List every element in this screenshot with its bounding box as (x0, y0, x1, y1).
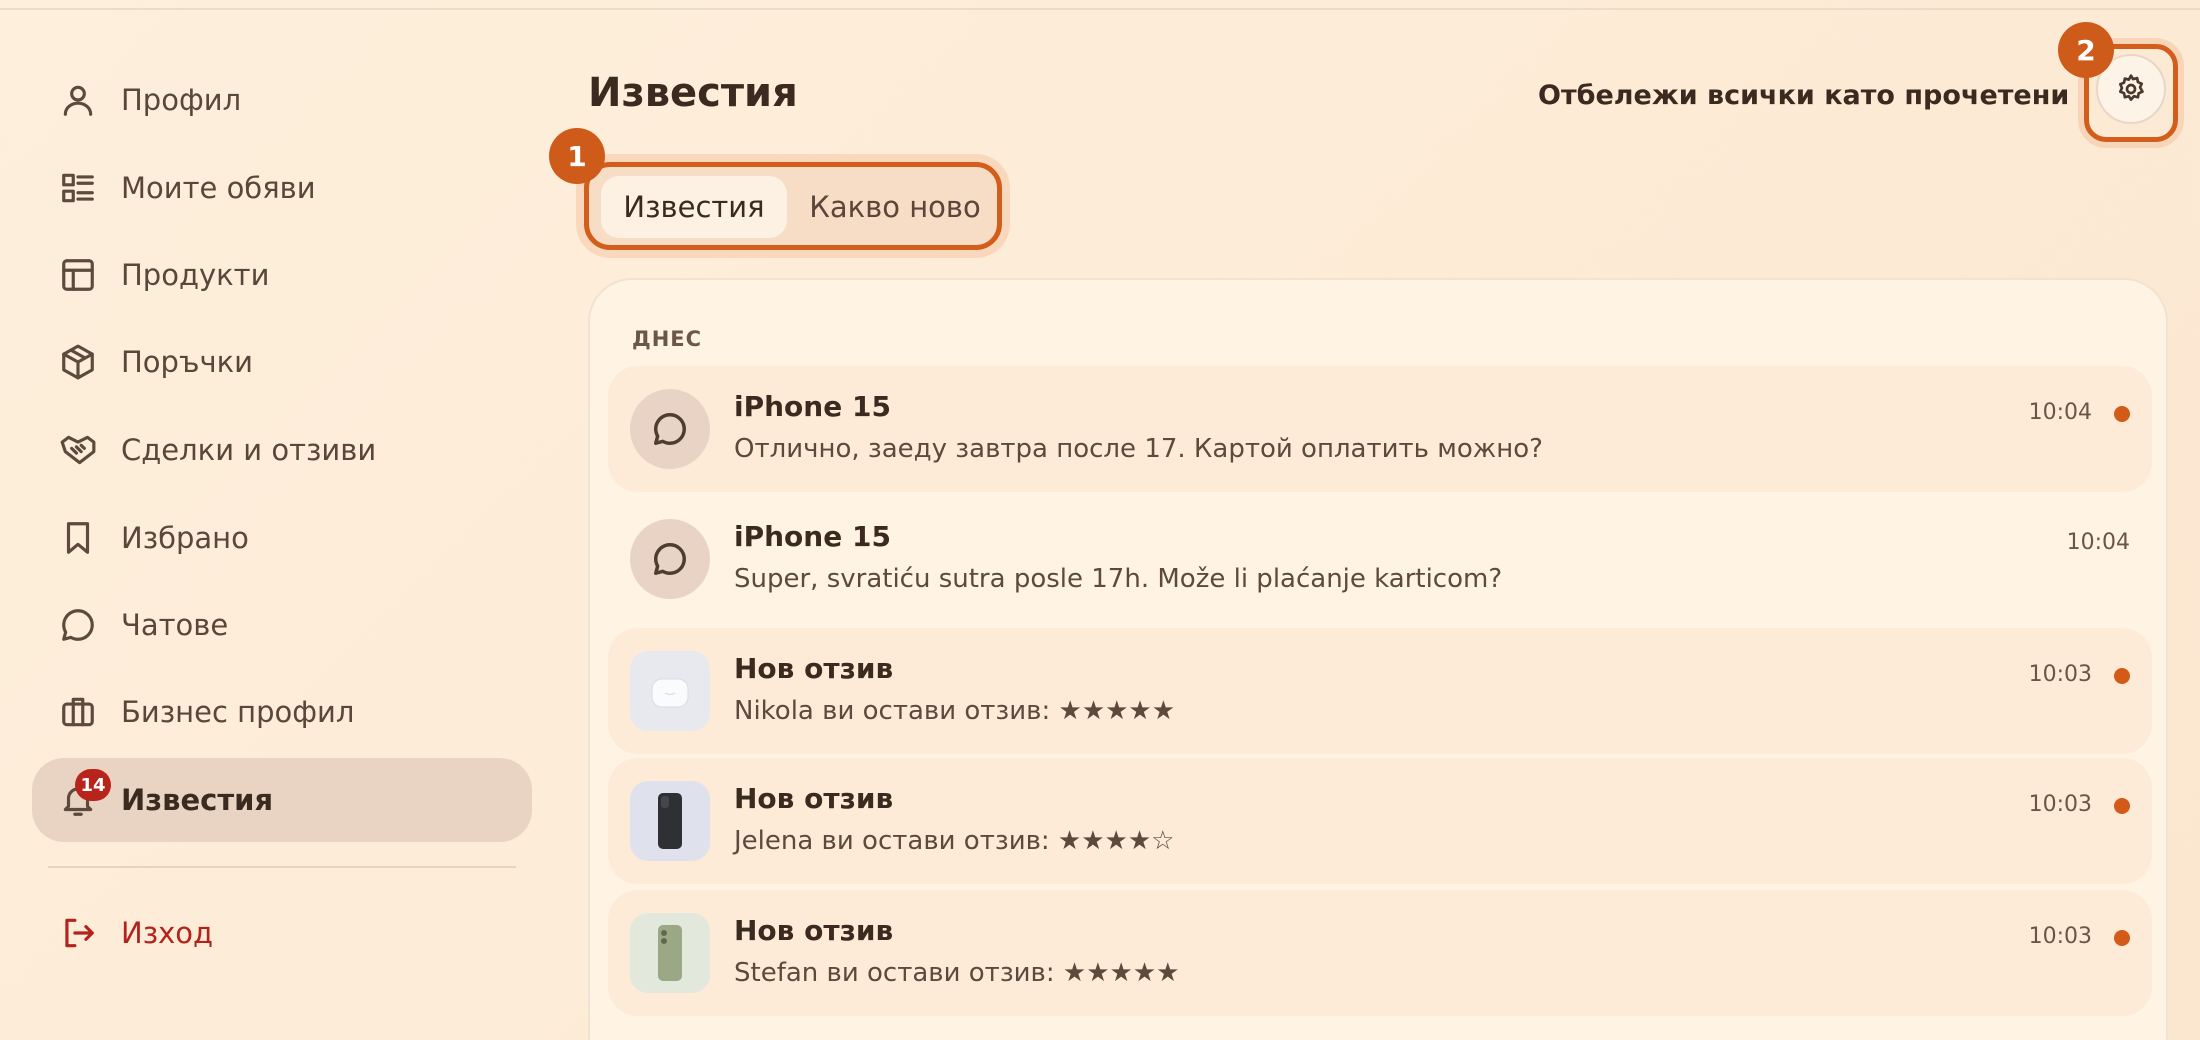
handshake-icon (59, 431, 97, 469)
package-icon (59, 343, 97, 381)
chat-icon (59, 606, 97, 644)
sidebar-item-profile[interactable]: Профил (32, 58, 532, 142)
mark-all-read-button[interactable]: Отбележи всички като прочетени (1538, 80, 2069, 111)
sidebar-item-label: Избрано (121, 521, 249, 555)
sidebar: Профил Моите обяви Продукти Поръчки Сдел… (0, 0, 560, 1040)
tab-whats-new[interactable]: Какво ново (803, 176, 987, 238)
notification-row[interactable]: Нов отзив Stefan ви остави отзив: ★★★★★ … (608, 890, 2152, 1016)
chat-avatar (630, 519, 710, 599)
notification-row[interactable]: iPhone 15 Отлично, заеду завтра после 17… (608, 366, 2152, 492)
notification-time: 10:04 (2066, 530, 2130, 555)
notification-text: Super, svratiću sutra posle 17h. Može li… (734, 564, 1503, 594)
notification-time: 10:03 (2028, 662, 2092, 687)
sidebar-item-my-listings[interactable]: Моите обяви (32, 146, 532, 230)
table-icon (59, 256, 97, 294)
sidebar-item-label: Чатове (121, 608, 229, 642)
notification-row[interactable]: iPhone 15 Super, svratiću sutra posle 17… (608, 496, 2152, 622)
notification-text: Nikola ви остави отзив: ★★★★★ (734, 696, 1176, 726)
sidebar-item-label: Бизнес профил (121, 695, 355, 729)
sidebar-item-label: Известия (121, 783, 274, 817)
sidebar-item-label: Профил (121, 83, 242, 117)
sidebar-item-label: Поръчки (121, 345, 253, 379)
unread-dot (2114, 668, 2130, 684)
notification-time: 10:04 (2028, 400, 2092, 425)
notification-title: Нов отзив (734, 652, 894, 685)
page-title: Известия (588, 70, 798, 116)
notification-row[interactable]: Нов отзив Jelena ви остави отзив: ★★★★☆ … (608, 758, 2152, 884)
notification-title: Нов отзив (734, 914, 894, 947)
notification-title: iPhone 15 (734, 520, 891, 553)
bookmark-icon (59, 519, 97, 557)
tab-notifications[interactable]: Известия (601, 176, 787, 238)
sidebar-item-chats[interactable]: Чатове (32, 583, 532, 667)
notifications-panel: ДНЕС iPhone 15 Отлично, заеду завтра пос… (588, 278, 2168, 1040)
unread-dot (2114, 798, 2130, 814)
product-photo-phone-green (630, 913, 710, 993)
sidebar-item-orders[interactable]: Поръчки (32, 320, 532, 404)
notification-title: iPhone 15 (734, 390, 891, 423)
product-photo-earbuds (630, 651, 710, 731)
unread-dot (2114, 406, 2130, 422)
notification-title: Нов отзив (734, 782, 894, 815)
notification-tabs: Известия Какво ново (584, 162, 1002, 250)
notification-time: 10:03 (2028, 792, 2092, 817)
notification-text: Stefan ви остави отзив: ★★★★★ (734, 958, 1180, 988)
chat-icon (654, 543, 686, 575)
logout-label: Изход (121, 916, 214, 950)
sidebar-item-label: Моите обяви (121, 171, 316, 205)
sidebar-item-label: Продукти (121, 258, 270, 292)
briefcase-icon (59, 693, 97, 731)
section-header-today: ДНЕС (632, 327, 703, 351)
notification-count-badge: 14 (75, 769, 111, 801)
notification-text: Отлично, заеду завтра после 17. Картой о… (734, 434, 1543, 464)
logout-icon (59, 914, 97, 952)
annotation-marker-1: 1 (549, 128, 605, 184)
sidebar-item-products[interactable]: Продукти (32, 233, 532, 317)
list-icon (59, 169, 97, 207)
sidebar-item-business-profile[interactable]: Бизнес профил (32, 670, 532, 754)
unread-dot (2114, 930, 2130, 946)
annotation-marker-2: 2 (2058, 22, 2114, 78)
chat-avatar (630, 389, 710, 469)
sidebar-item-label: Сделки и отзиви (121, 433, 377, 467)
notification-time: 10:03 (2028, 924, 2092, 949)
user-icon (59, 81, 97, 119)
sidebar-item-notifications[interactable]: 14 Известия (32, 758, 532, 842)
sidebar-item-favorites[interactable]: Избрано (32, 496, 532, 580)
notification-row[interactable]: Нов отзив Nikola ви остави отзив: ★★★★★ … (608, 628, 2152, 754)
notification-text: Jelena ви остави отзив: ★★★★☆ (734, 826, 1175, 856)
sidebar-item-deals-reviews[interactable]: Сделки и отзиви (32, 408, 532, 492)
gear-icon (2119, 74, 2144, 101)
logout-button[interactable]: Изход (32, 891, 532, 975)
product-photo-phone-black (630, 781, 710, 861)
chat-icon (654, 413, 686, 445)
sidebar-divider (48, 866, 516, 868)
